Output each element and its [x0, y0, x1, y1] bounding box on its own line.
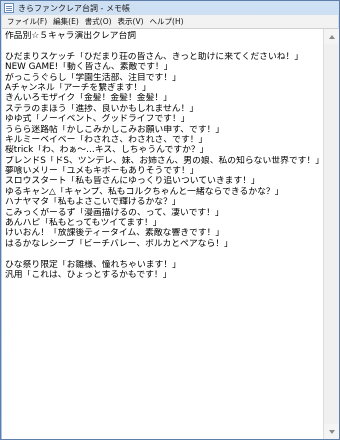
text-line: こみっくがーるず「漫画描けるの、って、凄いです！」: [5, 207, 224, 218]
window-title: きらファンクレア台詞 - メモ帳: [18, 3, 130, 13]
menu-format[interactable]: 書式(O): [82, 15, 115, 29]
text-line: ハナヤマタ「私もよさこいで輝けるかな？」: [5, 197, 181, 208]
scroll-up-button[interactable]: [324, 29, 339, 44]
text-line: キルミーベイベー「わされさ、わされさ、です！」: [5, 134, 208, 145]
text-line: 桜trick「わ、わぁ～…キス、しちゃうんですか？」: [5, 145, 209, 156]
text-line: うらら迷路帖「かしこみかしこみお願い申す、です！」: [5, 124, 225, 135]
notepad-icon: [4, 3, 14, 13]
text-line: きんいろモザイク「金髪！金髪！金髪！」: [5, 93, 172, 104]
text-line: がっこうぐらし「学園生活部、注目です！」: [5, 72, 181, 83]
scroll-down-button[interactable]: [324, 424, 339, 439]
menu-edit[interactable]: 編集(E): [50, 15, 82, 29]
notepad-window: きらファンクレア台詞 - メモ帳 ファイル(F) 編集(E) 書式(O) 表示(…: [0, 0, 340, 440]
text-line: ひな祭り限定「お雛様、憧れちゃいます！」: [5, 259, 181, 270]
text-line: スロウスタート「私も皆さんにゆっくり追いついていきます！」: [5, 176, 260, 187]
scroll-up-arrow-icon: [328, 34, 335, 39]
text-line: ゆゆ式「ノーイベント、グッドライフです！」: [5, 114, 190, 125]
title-bar[interactable]: きらファンクレア台詞 - メモ帳: [1, 1, 339, 15]
text-line: Aチャンネル「アーチを繋ぎます！」: [5, 82, 151, 93]
menu-view[interactable]: 表示(V): [115, 15, 147, 29]
text-line: 汎用「これは、ひょっとするかもです！」: [5, 269, 172, 280]
text-line: ステラのまほう「進捗、良いかもしれません！」: [5, 103, 199, 114]
scroll-down-arrow-icon: [328, 429, 335, 434]
text-line: [5, 249, 320, 259]
menu-help[interactable]: ヘルプ(H): [147, 15, 187, 29]
text-line: NEW GAME!「動く皆さん、素敵です！」: [5, 62, 173, 73]
menu-bar: ファイル(F) 編集(E) 書式(O) 表示(V) ヘルプ(H): [2, 15, 338, 29]
text-line: ブレンドS「ドS、ツンデレ、妹、お姉さん、男の娘、私の知らない世界です！」: [5, 155, 320, 166]
vertical-scrollbar[interactable]: [323, 29, 339, 439]
text-line: ひだまりスケッチ「ひだまり荘の皆さん、きっと助けに来てくださいね！」: [5, 51, 304, 62]
text-line: はるかなレシーブ「ビーチバレー、ボルカとペアなら！」: [5, 238, 233, 249]
text-line: けいおん！「放課後ティータイム、素敵な響きです！」: [5, 228, 225, 239]
text-line: ゆるキャン△「キャンプ、私もコルクちゃんと一緒ならできるかな？」: [5, 186, 284, 197]
text-editor-area[interactable]: 作品別☆５キャラ演出クレア台詞 ひだまりスケッチ「ひだまり荘の皆さん、きっと助け…: [2, 29, 323, 439]
text-line: 夢喰いメリー「ユメもキボーもありそうです！」: [5, 166, 199, 177]
text-line: [5, 41, 320, 51]
text-line: あんハピ「私もとってもツイてます！」: [5, 218, 162, 229]
text-line: 作品別☆５キャラ演出クレア台詞: [5, 31, 137, 41]
menu-file[interactable]: ファイル(F): [4, 15, 50, 29]
